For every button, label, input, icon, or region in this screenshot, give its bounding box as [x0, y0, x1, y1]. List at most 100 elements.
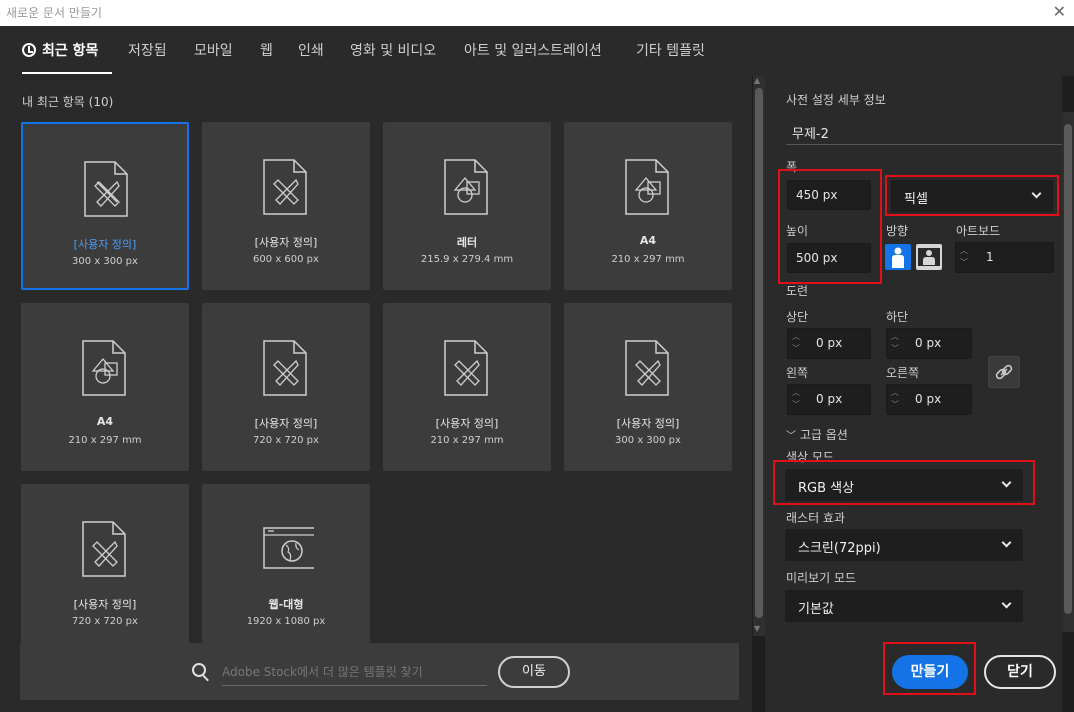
- preset-size: 215.9 x 279.4 mm: [420, 254, 514, 265]
- raster-effects-value: 스크린(72ppi): [798, 541, 881, 556]
- name-underline: [786, 144, 1062, 145]
- color-mode-highlight-box: [773, 460, 1035, 505]
- window-title: 새로운 문서 만들기: [6, 6, 102, 20]
- search-icon: [192, 663, 206, 677]
- raster-effects-select[interactable]: 스크린(72ppi): [785, 529, 1023, 561]
- bleed-top-stepper[interactable]: ︿ ﹀: [788, 329, 804, 358]
- browser-globe-icon: [263, 527, 314, 569]
- doc-pencil-icon: [82, 521, 126, 577]
- bleed-right-stepper[interactable]: ︿ ﹀: [887, 385, 903, 414]
- scrollbar-thumb[interactable]: [755, 88, 763, 618]
- stock-search-input[interactable]: [222, 658, 487, 686]
- preset-name: A4: [96, 415, 114, 428]
- preset-name: 레터: [456, 236, 478, 249]
- preset-card[interactable]: [사용자 정의] 600 x 600 px: [202, 122, 370, 290]
- doc-shapes-icon: [444, 159, 488, 215]
- bleed-label: 도련: [786, 284, 809, 298]
- bleed-top-value: 0 px: [816, 336, 843, 350]
- bleed-top-label: 상단: [786, 310, 809, 324]
- preset-size: 720 x 720 px: [72, 616, 138, 627]
- bleed-bottom-input[interactable]: ︿ ﹀ 0 px: [886, 328, 972, 359]
- scrollbar-thumb[interactable]: [1064, 124, 1072, 614]
- recent-scrollbar[interactable]: ▲ ▼: [753, 76, 765, 636]
- size-highlight-box: [778, 169, 882, 284]
- tab-mobile[interactable]: 모바일: [194, 40, 233, 60]
- preset-card[interactable]: [사용자 정의] 720 x 720 px: [202, 303, 370, 471]
- scroll-down-icon[interactable]: ▼: [754, 624, 760, 633]
- preset-card[interactable]: A4 210 x 297 mm: [564, 122, 732, 290]
- preview-mode-select[interactable]: 기본값: [785, 590, 1023, 622]
- landscape-orientation-button[interactable]: [916, 244, 942, 270]
- preset-details-heading: 사전 설정 세부 정보: [786, 93, 886, 107]
- bleed-right-label: 오른쪽: [886, 366, 920, 380]
- preset-size: 720 x 720 px: [253, 435, 319, 446]
- bleed-left-value: 0 px: [816, 392, 843, 406]
- artboard-stepper[interactable]: ︿ ﹀: [956, 243, 972, 272]
- tab-other-templates[interactable]: 기타 템플릿: [636, 40, 705, 60]
- artboard-label: 아트보드: [956, 224, 1001, 238]
- portrait-person-icon: [892, 247, 904, 268]
- preset-name: 웹-대형: [268, 598, 304, 611]
- close-button[interactable]: 닫기: [984, 655, 1056, 689]
- tab-film-video[interactable]: 영화 및 비디오: [350, 40, 436, 60]
- close-icon[interactable]: ✕: [1053, 2, 1066, 22]
- doc-pencil-icon: [84, 161, 128, 217]
- create-button[interactable]: 만들기: [892, 655, 968, 689]
- advanced-options-toggle[interactable]: ﹀ 고급 옵션: [786, 426, 848, 443]
- active-tab-indicator: [22, 72, 112, 74]
- preset-size: 300 x 300 px: [615, 435, 681, 446]
- bleed-top-input[interactable]: ︿ ﹀ 0 px: [787, 328, 871, 359]
- preview-mode-label: 미리보기 모드: [786, 571, 857, 585]
- link-icon: [995, 364, 1013, 380]
- bleed-bottom-stepper[interactable]: ︿ ﹀: [887, 329, 903, 358]
- bleed-left-stepper[interactable]: ︿ ﹀: [788, 385, 804, 414]
- bleed-right-value: 0 px: [915, 392, 942, 406]
- preset-name: [사용자 정의]: [254, 236, 318, 249]
- preset-name: [사용자 정의]: [73, 598, 137, 611]
- doc-pencil-icon: [444, 340, 488, 396]
- scroll-up-icon[interactable]: ▲: [754, 76, 760, 85]
- bleed-left-input[interactable]: ︿ ﹀ 0 px: [787, 384, 871, 415]
- doc-pencil-icon: [625, 340, 669, 396]
- preset-size: 300 x 300 px: [72, 256, 138, 267]
- tab-art-illustration[interactable]: 아트 및 일러스트레이션: [464, 40, 602, 60]
- bleed-bottom-label: 하단: [886, 310, 909, 324]
- link-bleed-button[interactable]: [988, 356, 1020, 388]
- clock-icon: [22, 43, 36, 57]
- preset-size: 600 x 600 px: [253, 254, 319, 265]
- tab-saved[interactable]: 저장됨: [128, 40, 167, 60]
- artboard-value: 1: [986, 250, 994, 264]
- artboard-input[interactable]: ︿ ﹀ 1: [955, 242, 1054, 273]
- preset-size: 210 x 297 mm: [430, 435, 504, 446]
- go-button[interactable]: 이동: [498, 656, 570, 688]
- tab-web[interactable]: 웹: [260, 40, 273, 60]
- preset-name: A4: [639, 234, 657, 247]
- preset-card[interactable]: [사용자 정의] 300 x 300 px: [21, 122, 189, 290]
- chevron-down-icon: [1001, 537, 1012, 548]
- preset-name: [사용자 정의]: [254, 417, 318, 430]
- preset-name: [사용자 정의]: [435, 417, 499, 430]
- raster-effects-label: 래스터 효과: [786, 511, 846, 525]
- preset-card[interactable]: 레터 215.9 x 279.4 mm: [383, 122, 551, 290]
- preset-card[interactable]: [사용자 정의] 720 x 720 px: [21, 484, 189, 652]
- bleed-right-input[interactable]: ︿ ﹀ 0 px: [886, 384, 972, 415]
- recent-items-title: 내 최근 항목 (10): [22, 95, 114, 109]
- preset-card[interactable]: [사용자 정의] 210 x 297 mm: [383, 303, 551, 471]
- tab-print[interactable]: 인쇄: [298, 40, 324, 60]
- title-bar: 새로운 문서 만들기 ✕: [0, 0, 1074, 26]
- doc-pencil-icon: [263, 340, 307, 396]
- details-scrollbar[interactable]: [1062, 112, 1074, 632]
- preset-size: 1920 x 1080 px: [246, 616, 326, 627]
- portrait-orientation-button[interactable]: [885, 244, 911, 270]
- preset-card[interactable]: A4 210 x 297 mm: [21, 303, 189, 471]
- tab-recent[interactable]: 최근 항목: [22, 40, 98, 60]
- preset-card[interactable]: [사용자 정의] 300 x 300 px: [564, 303, 732, 471]
- document-name[interactable]: 무제-2: [792, 123, 829, 142]
- doc-shapes-icon: [625, 159, 669, 215]
- preset-card[interactable]: 웹-대형 1920 x 1080 px: [202, 484, 370, 652]
- preset-name: [사용자 정의]: [73, 238, 137, 251]
- category-tabs: 최근 항목 저장됨 모바일 웹 인쇄 영화 및 비디오 아트 및 일러스트레이션…: [0, 26, 1074, 76]
- chevron-down-icon: ﹀: [786, 431, 796, 442]
- orientation-label: 방향: [886, 224, 909, 238]
- stock-search-bar: 이동: [20, 643, 739, 700]
